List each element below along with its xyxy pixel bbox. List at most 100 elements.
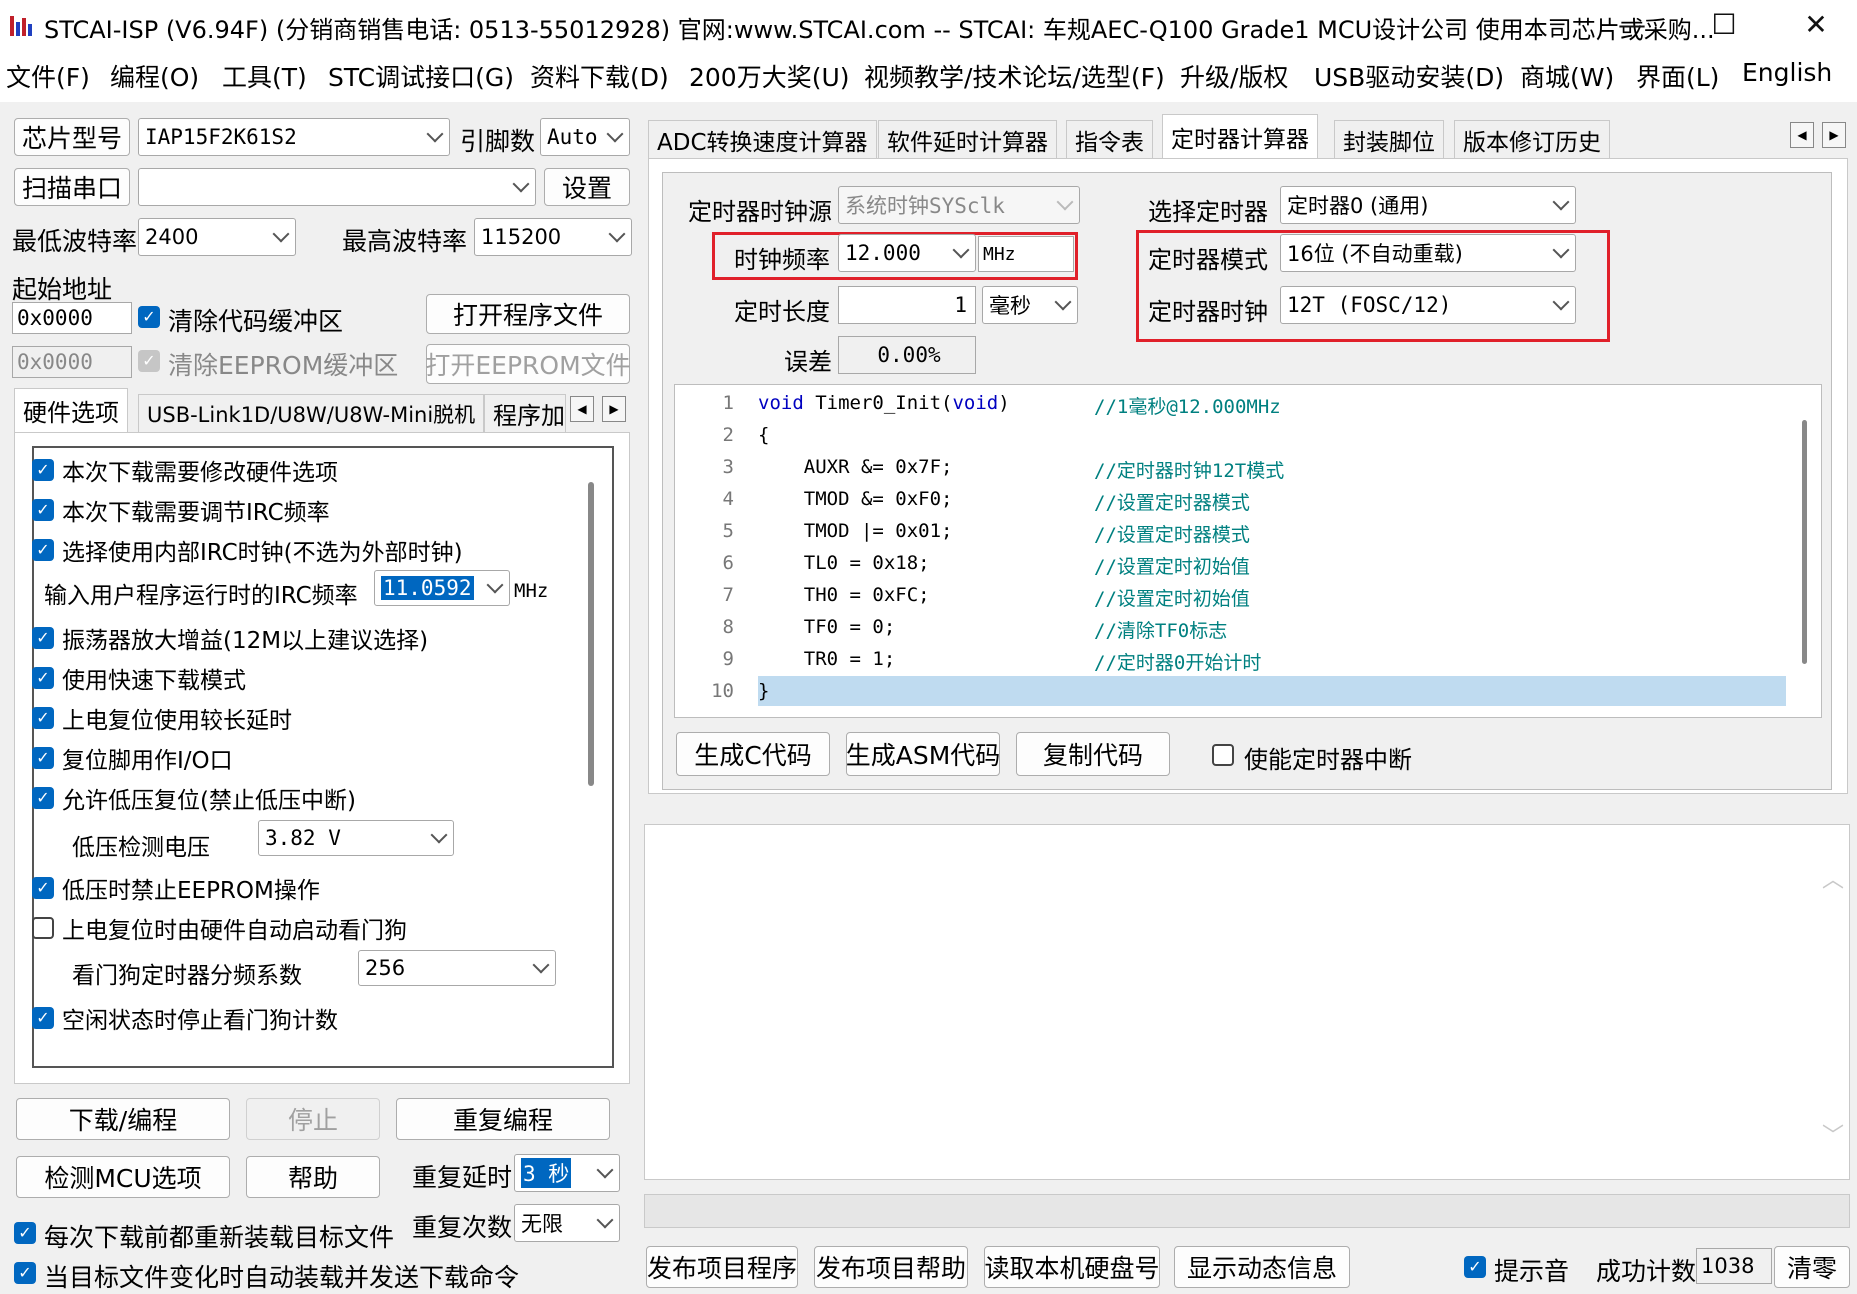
reprogram-button[interactable]: 重复编程 (396, 1098, 610, 1140)
checkbox[interactable]: ✓ (32, 539, 54, 561)
max-baud-select[interactable]: 115200 (474, 218, 632, 256)
option-low-voltage-reset[interactable]: ✓ 允许低压复位(禁止低压中断) (32, 781, 356, 815)
clock-source-select[interactable]: 系统时钟SYSclk (838, 186, 1080, 224)
enable-interrupt-checkbox[interactable] (1212, 744, 1234, 766)
clear-eeprom-checkbox[interactable]: ✓ (138, 350, 160, 372)
scan-port-button[interactable]: 扫描串口 (14, 168, 130, 206)
low-voltage-select[interactable]: 3.82 V (258, 820, 454, 856)
timer-mode-select[interactable]: 16位 (不自动重载) (1280, 234, 1576, 272)
checkbox[interactable]: ✓ (32, 877, 54, 899)
option-internal-irc[interactable]: ✓ 选择使用内部IRC时钟(不选为外部时钟) (32, 533, 463, 567)
start-address-input[interactable]: 0x0000 (12, 302, 132, 334)
detect-mcu-button[interactable]: 检测MCU选项 (16, 1156, 230, 1198)
menu-prize[interactable]: 200万大奖(U) (689, 58, 850, 94)
menu-english[interactable]: English (1742, 58, 1832, 87)
menu-ui[interactable]: 界面(L) (1636, 58, 1719, 94)
show-dynamic-button[interactable]: 显示动态信息 (1174, 1246, 1350, 1288)
checkbox[interactable]: ✓ (32, 1007, 54, 1029)
timer-length-unit-select[interactable]: 毫秒 (982, 286, 1078, 324)
tab-package-pins[interactable]: 封装脚位 (1334, 120, 1444, 158)
clear-count-button[interactable]: 清零 (1774, 1246, 1850, 1288)
minimize-button[interactable]: — (1586, 0, 1678, 52)
copy-code-button[interactable]: 复制代码 (1016, 732, 1170, 776)
tab-scroll-right-icon[interactable]: ▶ (602, 396, 626, 422)
chip-model-select[interactable]: IAP15F2K61S2 (138, 118, 450, 156)
checkbox[interactable]: ✓ (32, 627, 54, 649)
stop-button[interactable]: 停止 (246, 1098, 380, 1140)
pin-count-select[interactable]: Auto (540, 118, 630, 156)
scroll-up-icon[interactable]: ︿ (1822, 862, 1844, 894)
read-disk-button[interactable]: 读取本机硬盘号 (984, 1246, 1160, 1288)
tab-program-load[interactable]: 程序加 (484, 394, 566, 432)
options-scrollbar[interactable] (588, 482, 594, 786)
option-modify-hardware[interactable]: ✓ 本次下载需要修改硬件选项 (32, 453, 338, 487)
option-adjust-irc[interactable]: ✓ 本次下载需要调节IRC频率 (32, 493, 330, 527)
close-button[interactable]: ✕ (1770, 0, 1857, 52)
menu-video[interactable]: 视频教学/技术论坛/选型(F) (864, 58, 1165, 94)
help-button[interactable]: 帮助 (246, 1156, 380, 1198)
option-fast-download[interactable]: ✓ 使用快速下载模式 (32, 661, 246, 695)
option-long-reset-delay[interactable]: ✓ 上电复位使用较长延时 (32, 701, 292, 735)
tab-instruction-table[interactable]: 指令表 (1066, 120, 1153, 158)
generate-asm-button[interactable]: 生成ASM代码 (846, 732, 1000, 776)
repeat-delay-select[interactable]: 3 秒 (514, 1154, 620, 1192)
tab-scroll-left-icon[interactable]: ◀ (1790, 122, 1814, 148)
maximize-button[interactable]: ☐ (1678, 0, 1770, 52)
menu-debug[interactable]: STC调试接口(G) (328, 58, 514, 94)
checkbox[interactable]: ✓ (32, 787, 54, 809)
checkbox[interactable]: ✓ (32, 499, 54, 521)
tab-delay-calculator[interactable]: 软件延时计算器 (878, 120, 1057, 158)
chip-model-button[interactable]: 芯片型号 (14, 118, 130, 156)
min-baud-select[interactable]: 2400 (138, 218, 296, 256)
clear-code-checkbox[interactable]: ✓ (138, 306, 160, 328)
tab-timer-calculator[interactable]: 定时器计算器 (1162, 114, 1318, 158)
tab-usb-link[interactable]: USB-Link1D/U8W/U8W-Mini脱机 (138, 394, 485, 432)
tab-scroll-right-icon[interactable]: ▶ (1822, 122, 1846, 148)
code-scrollbar[interactable] (1802, 420, 1807, 664)
option-lv-disable-eeprom[interactable]: ✓ 低压时禁止EEPROM操作 (32, 871, 320, 905)
menu-tools[interactable]: 工具(T) (222, 58, 307, 94)
clock-frequency-select[interactable]: 12.000 (838, 234, 976, 272)
option-idle-stop-watchdog[interactable]: ✓ 空闲状态时停止看门狗计数 (32, 1001, 338, 1035)
success-count-value: 1038 (1696, 1248, 1772, 1284)
menu-upgrade[interactable]: 升级/版权 (1180, 58, 1288, 94)
publish-help-button[interactable]: 发布项目帮助 (814, 1246, 968, 1288)
option-osc-gain[interactable]: ✓ 振荡器放大增益(12M以上建议选择) (32, 621, 428, 655)
menu-shop[interactable]: 商城(W) (1520, 58, 1614, 94)
timer-length-input[interactable]: 1 (838, 286, 976, 324)
auto-reload-checkbox[interactable]: ✓ (14, 1262, 36, 1284)
repeat-count-select[interactable]: 无限 (514, 1204, 620, 1242)
eeprom-address-input[interactable]: 0x0000 (12, 346, 132, 378)
publish-program-button[interactable]: 发布项目程序 (646, 1246, 798, 1288)
watchdog-prescaler-select[interactable]: 256 (358, 950, 556, 986)
checkbox[interactable]: ✓ (32, 707, 54, 729)
menu-program[interactable]: 编程(O) (110, 58, 199, 94)
menu-file[interactable]: 文件(F) (6, 58, 90, 94)
scroll-down-icon[interactable]: ﹀ (1822, 1118, 1844, 1150)
option-reset-as-io[interactable]: ✓ 复位脚用作I/O口 (32, 741, 233, 775)
generate-c-button[interactable]: 生成C代码 (676, 732, 830, 776)
timer-clock-select[interactable]: 12T (FOSC/12) (1280, 286, 1576, 324)
checkbox[interactable] (32, 917, 54, 939)
menu-usb-driver[interactable]: USB驱动安装(D) (1314, 58, 1504, 94)
tab-scroll-left-icon[interactable]: ◀ (570, 396, 594, 422)
output-log[interactable] (644, 824, 1850, 1180)
checkbox[interactable]: ✓ (32, 667, 54, 689)
checkbox[interactable]: ✓ (32, 459, 54, 481)
download-button[interactable]: 下载/编程 (16, 1098, 230, 1140)
option-auto-watchdog[interactable]: 上电复位时由硬件自动启动看门狗 (32, 911, 407, 945)
reload-checkbox[interactable]: ✓ (14, 1222, 36, 1244)
port-select[interactable] (138, 168, 536, 206)
irc-frequency-select[interactable]: 11.0592 (374, 570, 510, 606)
checkbox[interactable]: ✓ (32, 747, 54, 769)
settings-button[interactable]: 设置 (544, 168, 630, 206)
tab-version-history[interactable]: 版本修订历史 (1454, 120, 1610, 158)
menu-download[interactable]: 资料下载(D) (530, 58, 669, 94)
sound-checkbox[interactable]: ✓ (1464, 1256, 1486, 1278)
open-eeprom-button[interactable]: 打开EEPROM文件 (425, 344, 631, 384)
tab-hardware-options[interactable]: 硬件选项 (14, 388, 128, 432)
select-timer-select[interactable]: 定时器0 (通用) (1280, 186, 1576, 224)
tab-adc-calculator[interactable]: ADC转换速度计算器 (648, 120, 877, 158)
enable-interrupt-label: 使能定时器中断 (1244, 746, 1412, 774)
open-program-button[interactable]: 打开程序文件 (426, 294, 630, 334)
